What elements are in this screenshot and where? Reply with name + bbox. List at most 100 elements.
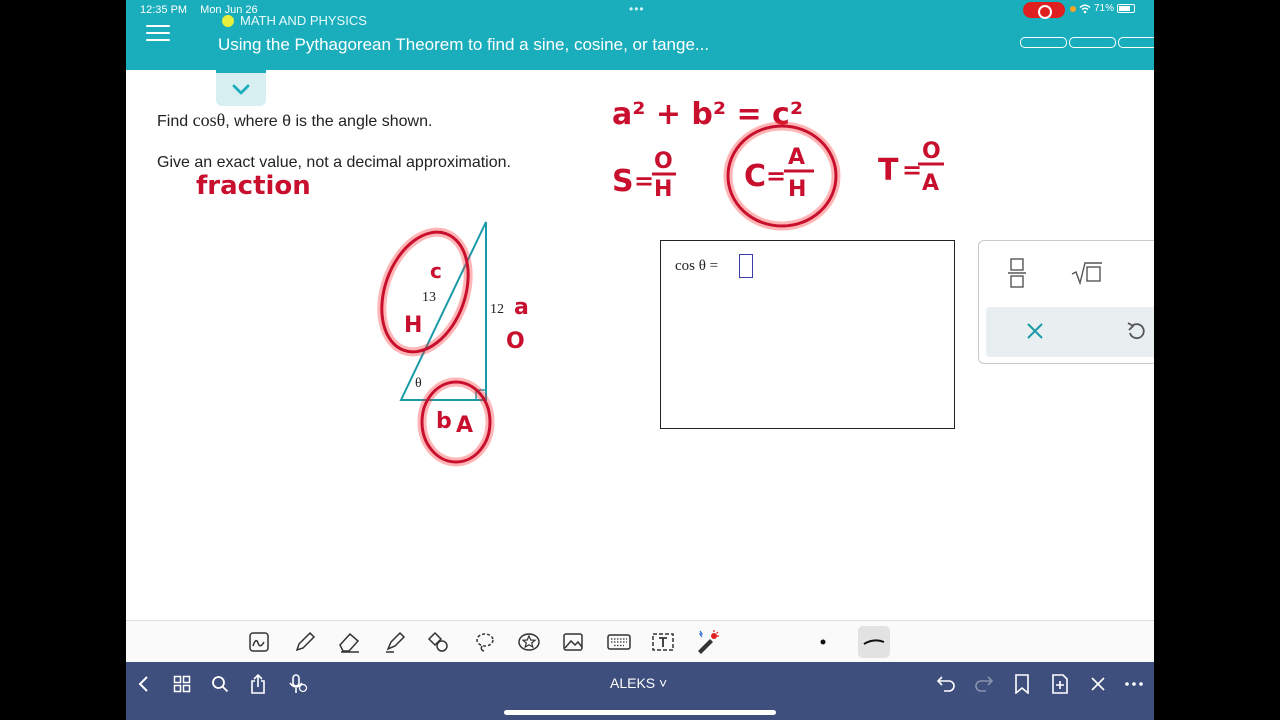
menu-button[interactable] xyxy=(140,20,176,48)
image-tool[interactable] xyxy=(560,629,586,655)
ink-cosine-den: H xyxy=(788,177,806,202)
svg-text:=: = xyxy=(902,156,922,184)
bookmark-icon xyxy=(1015,674,1029,694)
progress-segment xyxy=(1020,37,1067,48)
clear-button[interactable] xyxy=(1026,322,1044,345)
hamburger-icon xyxy=(146,25,170,27)
home-indicator[interactable] xyxy=(504,710,776,715)
question-instruction: Give an exact value, not a decimal appro… xyxy=(157,154,511,171)
more-button[interactable] xyxy=(1122,672,1146,696)
ink-tangent-letter: T xyxy=(878,153,899,188)
pen-icon xyxy=(295,631,316,652)
answer-input[interactable] xyxy=(739,254,753,278)
chevron-left-icon xyxy=(138,676,148,692)
wifi-icon xyxy=(1079,4,1091,13)
opposite-label: 12 xyxy=(490,302,504,317)
signature-icon xyxy=(249,632,269,652)
microphone-icon xyxy=(289,674,308,693)
laser-pointer-tool[interactable] xyxy=(694,629,720,655)
math-palette xyxy=(978,240,1154,364)
screen-record-icon[interactable] xyxy=(1023,2,1065,19)
svg-text:=: = xyxy=(766,162,786,190)
add-page-button[interactable] xyxy=(1048,672,1072,696)
ink-cosine-letter: C xyxy=(744,159,766,194)
ink-sine-den: H xyxy=(654,177,672,202)
ink-tangent-den: A xyxy=(922,171,939,196)
mic-indicator-icon xyxy=(1070,5,1076,12)
triangle-diagram: 13 12 θ xyxy=(376,210,504,415)
status-bar-right: 71% xyxy=(1070,3,1136,14)
voice-button[interactable] xyxy=(286,672,310,696)
multitask-dots-icon[interactable]: ••• xyxy=(629,2,645,16)
category-label: MATH AND PHYSICS xyxy=(222,13,367,28)
share-button[interactable] xyxy=(246,672,270,696)
find-suffix: , where θ is the angle shown. xyxy=(225,113,433,130)
ink-sine-letter: S xyxy=(612,164,634,199)
angle-label: θ xyxy=(415,376,422,391)
ink-adj-a: A xyxy=(456,413,473,438)
undo-arrow-icon xyxy=(936,676,955,692)
pen-tool[interactable] xyxy=(292,629,318,655)
lesson-title: Using the Pythagorean Theorem to find a … xyxy=(218,35,710,54)
undo-answer-button[interactable] xyxy=(1126,321,1146,346)
highlighter-tool[interactable] xyxy=(382,629,408,655)
close-icon xyxy=(1027,323,1043,339)
stroke-size-dot[interactable] xyxy=(810,629,836,655)
chevron-down-icon xyxy=(232,84,250,94)
signature-tool[interactable] xyxy=(246,629,272,655)
progress-indicator xyxy=(1020,37,1154,48)
lasso-tool[interactable] xyxy=(472,629,498,655)
shapes-icon xyxy=(427,631,448,652)
answer-label: cos θ = xyxy=(675,258,719,274)
laser-pointer-icon xyxy=(698,630,719,654)
undo-icon xyxy=(1127,322,1145,340)
close-document-button[interactable] xyxy=(1086,672,1110,696)
lasso-icon xyxy=(476,633,494,652)
keyboard-tool[interactable] xyxy=(606,629,632,655)
ink-sine-num: O xyxy=(654,149,673,174)
category-text: MATH AND PHYSICS xyxy=(240,13,367,28)
grid-button[interactable] xyxy=(170,672,194,696)
close-icon xyxy=(1091,677,1105,691)
image-icon xyxy=(563,633,583,651)
battery-icon xyxy=(1117,4,1136,13)
app-screen: 12:35 PM Mon Jun 26 ••• 71% MATH AND PHY… xyxy=(126,0,1154,720)
square-root-icon xyxy=(1071,262,1102,286)
status-time: 12:35 PM xyxy=(140,4,188,16)
add-page-icon xyxy=(1052,674,1068,694)
fraction-icon xyxy=(1008,258,1026,288)
redo-button[interactable] xyxy=(972,672,996,696)
fraction-button[interactable] xyxy=(1007,257,1027,294)
text-box-tool[interactable] xyxy=(650,629,676,655)
app-name-menu[interactable]: ALEKS ˅ xyxy=(610,675,667,691)
category-dot-icon xyxy=(222,14,234,27)
shapes-tool[interactable] xyxy=(426,629,452,655)
header-bar: 12:35 PM Mon Jun 26 ••• 71% MATH AND PHY… xyxy=(126,0,1154,70)
bottom-app-bar: ALEKS ˅ xyxy=(126,662,1154,720)
ink-opp-o: O xyxy=(506,329,525,354)
undo-button[interactable] xyxy=(934,672,958,696)
search-button[interactable] xyxy=(208,672,232,696)
pen-style-button[interactable] xyxy=(858,626,890,658)
triangle-figure xyxy=(399,221,487,401)
svg-text:=: = xyxy=(634,167,654,195)
find-expression: cosθ xyxy=(192,110,226,130)
search-icon xyxy=(212,676,229,693)
ink-cosine-num: A xyxy=(788,145,805,170)
text-box-icon xyxy=(652,633,674,651)
palette-actions xyxy=(986,307,1154,357)
collapse-button[interactable] xyxy=(216,70,266,106)
sqrt-button[interactable] xyxy=(1071,261,1103,290)
eraser-tool[interactable] xyxy=(336,629,362,655)
bookmark-button[interactable] xyxy=(1010,672,1034,696)
sticker-tool[interactable] xyxy=(516,629,542,655)
question-prompt: Find cosθ, where θ is the angle shown. xyxy=(157,110,432,131)
star-icon xyxy=(518,633,540,651)
grid-icon xyxy=(173,675,191,693)
progress-segment xyxy=(1069,37,1116,48)
more-icon xyxy=(1125,682,1143,686)
share-icon xyxy=(251,674,265,694)
back-button[interactable] xyxy=(132,672,156,696)
battery-percent: 71% xyxy=(1094,3,1115,14)
dot-icon xyxy=(820,639,826,645)
